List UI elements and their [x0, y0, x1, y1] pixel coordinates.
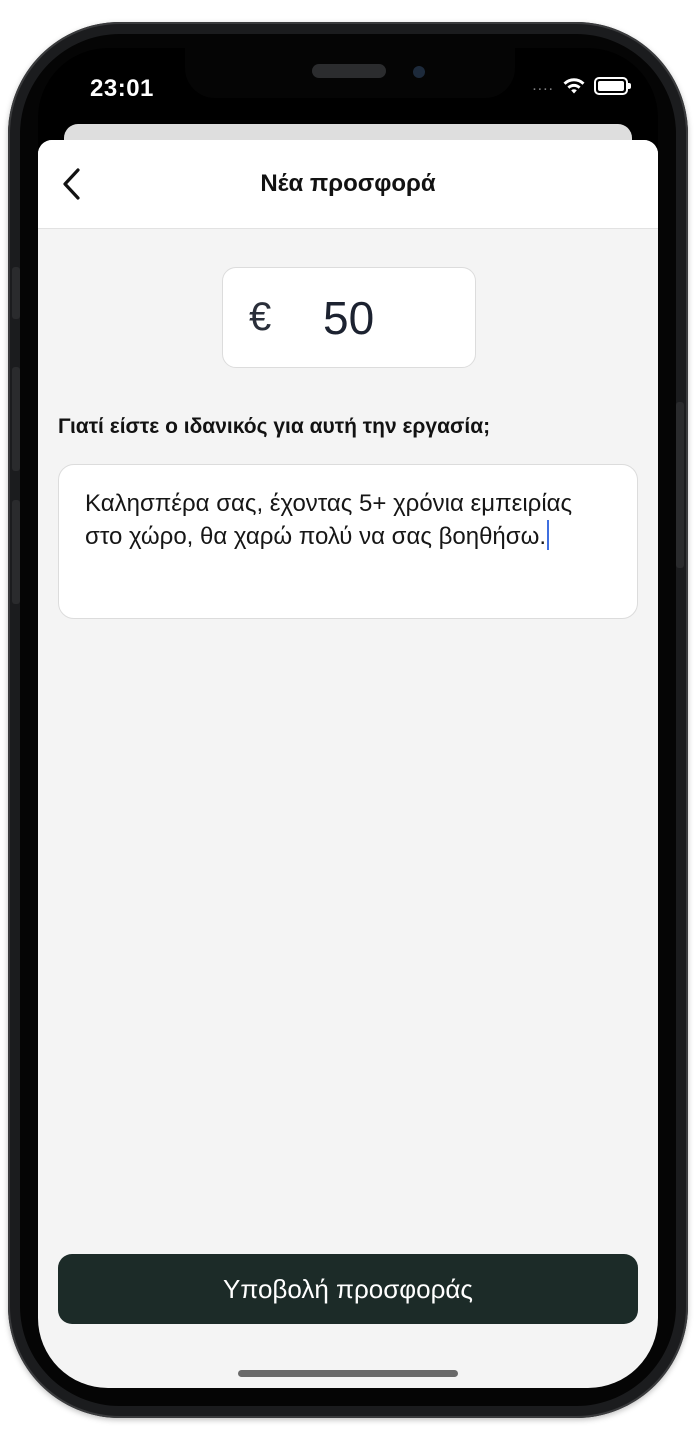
battery-level: [598, 81, 624, 91]
question-label: Γιατί είστε ο ιδανικός για αυτή την εργα…: [58, 415, 491, 438]
home-indicator[interactable]: [238, 1370, 458, 1377]
silent-switch: [12, 267, 20, 319]
page-title: Νέα προσφορά: [260, 170, 436, 197]
message-textarea[interactable]: Καλησπέρα σας, έχοντας 5+ χρόνια εμπειρί…: [58, 464, 638, 619]
status-time: 23:01: [90, 75, 154, 102]
offer-sheet: Νέα προσφορά € Γιατί είστε ο ιδανικός γι…: [38, 140, 658, 1388]
price-field[interactable]: €: [222, 267, 476, 368]
status-icons: ....: [532, 77, 631, 95]
front-camera: [413, 66, 425, 78]
signal-icon: ....: [532, 77, 554, 94]
volume-down-button: [12, 500, 20, 604]
speaker-grille: [312, 64, 386, 78]
price-input[interactable]: [323, 290, 453, 346]
volume-up-button: [12, 367, 20, 471]
navigation-bar: Νέα προσφορά: [38, 140, 658, 229]
battery-icon: [594, 77, 631, 95]
notch: [185, 48, 515, 98]
screen: 23:01 .... Νέα προσφορά € Γιατί είστε ο …: [38, 48, 658, 1388]
power-button: [676, 402, 684, 568]
wifi-icon: [563, 78, 585, 94]
text-caret: [546, 520, 549, 550]
submit-offer-button[interactable]: Υποβολή προσφοράς: [58, 1254, 638, 1324]
currency-symbol: €: [249, 295, 272, 339]
message-text[interactable]: Καλησπέρα σας, έχοντας 5+ χρόνια εμπειρί…: [85, 490, 572, 550]
